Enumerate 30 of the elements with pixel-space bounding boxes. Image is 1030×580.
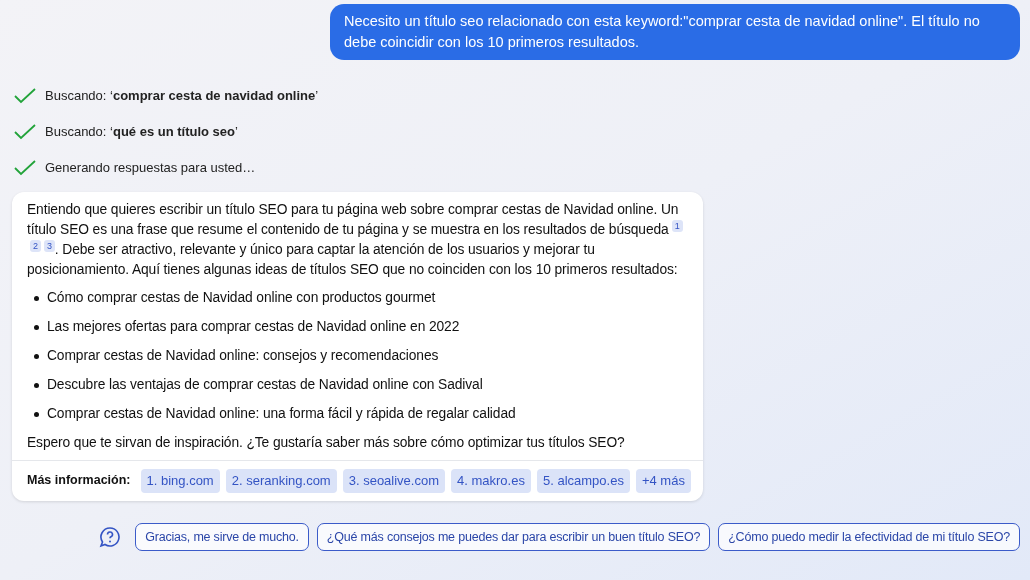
source-link[interactable]: 2. seranking.com bbox=[225, 469, 337, 493]
status-text: Generando respuestas para usted… bbox=[45, 159, 256, 178]
list-item: Cómo comprar cestas de Navidad online con productos gourmet bbox=[47, 289, 436, 307]
sources-label: Más información: bbox=[27, 472, 131, 490]
citation-link[interactable]: 1 bbox=[671, 220, 683, 232]
closing-text: Espero que te sirvan de inspiración. ¿Te gustaría saber más sobre cómo optimizar tus títulos SEO? bbox=[27, 434, 626, 452]
suggestion-button[interactable]: ¿Cómo puedo medir la efectividad de mi título SEO? bbox=[718, 522, 1020, 552]
answer-paragraph: Entiendo que quieres escribir un título SEO para tu página web sobre comprar cestas de Navidad online. Un título SEO es una frase que resume el contenido de tu página y se muestra en los resultados de búsqueda 1 2 3 . Debe ser atractivo, relevante y único para captar la atención de los usuarios y mejorar tu posicionamiento. Aquí tienes algunas ideas de títulos SEO que no coinciden con los 10 primeros resultados: bbox=[27, 200, 688, 280]
bullet-icon bbox=[34, 383, 39, 388]
citation-link[interactable]: 2 bbox=[30, 240, 41, 252]
help-icon[interactable] bbox=[99, 525, 122, 548]
source-link[interactable]: 5. alcampo.es bbox=[536, 469, 630, 493]
user-message: Necesito un título seo relacionado con esta keyword:"comprar cesta de navidad online". El título no debe coincidir con los 10 primeros resultados. bbox=[330, 4, 1020, 60]
source-link[interactable]: 4. makro.es bbox=[451, 469, 531, 493]
list-item: Descubre las ventajas de comprar cestas de Navidad online con Sadival bbox=[47, 376, 483, 394]
bullet-icon bbox=[34, 354, 39, 359]
status-text: Buscando: ‘comprar cesta de navidad online’ bbox=[45, 87, 319, 106]
suggestion-button[interactable]: ¿Qué más consejos me puedes dar para escribir un buen título SEO? bbox=[316, 522, 711, 552]
bullet-icon bbox=[34, 296, 39, 301]
source-link[interactable]: 1. bing.com bbox=[140, 469, 220, 493]
list-item: Comprar cestas de Navidad online: una forma fácil y rápida de regalar calidad bbox=[47, 405, 516, 423]
list-item: Comprar cestas de Navidad online: consejos y recomendaciones bbox=[47, 347, 439, 365]
citation-link[interactable]: 3 bbox=[43, 240, 55, 252]
list-item: Las mejores ofertas para comprar cestas de Navidad online en 2022 bbox=[47, 318, 460, 336]
bullet-icon bbox=[34, 412, 39, 417]
suggestion-button[interactable]: Gracias, me sirve de mucho. bbox=[135, 522, 309, 552]
bullet-icon bbox=[34, 325, 39, 330]
status-text: Buscando: ‘qué es un título seo’ bbox=[45, 123, 238, 142]
source-link[interactable]: +4 más bbox=[635, 469, 691, 493]
source-link[interactable]: 3. seoalive.com bbox=[342, 469, 446, 493]
